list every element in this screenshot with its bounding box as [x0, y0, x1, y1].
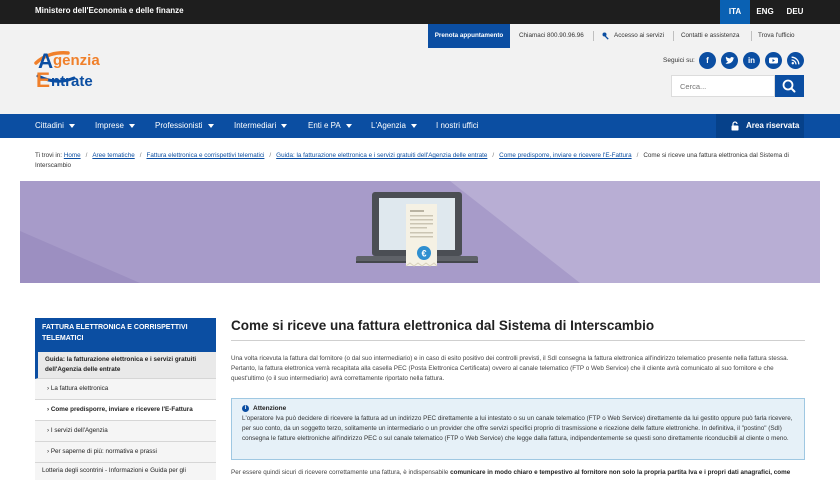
svg-text:ntrate: ntrate — [51, 73, 93, 90]
chevron-right-icon: › — [47, 448, 50, 455]
chevron-down-icon — [281, 123, 288, 128]
twitter-icon[interactable] — [721, 52, 738, 69]
nav-label: Cittadini — [35, 121, 64, 130]
nav-imprese[interactable]: Imprese — [95, 114, 135, 138]
chevron-down-icon — [410, 123, 417, 128]
notice-text: L'operatore Iva può decidere di ricevere… — [242, 415, 793, 442]
top-bar: Ministero dell'Economia e delle finanze … — [0, 0, 840, 24]
sidebar-item-label: I servizi dell'Agenzia — [50, 427, 108, 434]
nav-uffici[interactable]: I nostri uffici — [436, 114, 479, 138]
chevron-down-icon — [345, 123, 352, 128]
second-paragraph: Per essere quindi sicuri di ricevere cor… — [231, 468, 805, 478]
language-eng[interactable]: ENG — [750, 0, 780, 24]
facebook-icon[interactable]: f — [699, 52, 716, 69]
page-title: Come si riceve una fattura elettronica d… — [231, 318, 655, 333]
breadcrumb-prefix: Ti trovi in: — [35, 152, 63, 159]
youtube-icon[interactable] — [765, 52, 782, 69]
laptop-invoice-illustration: € — [356, 192, 478, 267]
chevron-down-icon — [128, 123, 135, 128]
search-button[interactable] — [775, 75, 804, 97]
breadcrumb: Ti trovi in: Home / Aree tematiche / Fattura… — [35, 151, 805, 171]
hero-banner: € — [20, 181, 820, 283]
second-paragraph-text: Per essere quindi sicuri di ricevere cor… — [231, 469, 451, 476]
contacts-link[interactable]: Contatti e assistenza — [681, 24, 739, 48]
linkedin-icon[interactable]: in — [743, 52, 760, 69]
book-appointment-button[interactable]: Prenota appuntamento — [428, 24, 510, 48]
breadcrumb-separator: / — [269, 152, 272, 159]
nav-label: Imprese — [95, 121, 124, 130]
breadcrumb-fattura-elettronica[interactable]: Fattura elettronica e corrispettivi tele… — [146, 152, 264, 159]
breadcrumb-separator: / — [492, 152, 495, 159]
svg-text:E: E — [36, 69, 50, 90]
sidebar-item-come-predisporre[interactable]: › Come predisporre, inviare e ricevere l… — [35, 400, 216, 421]
agenzia-entrate-logo[interactable]: A genzia E ntrate — [34, 46, 164, 92]
reserved-area-button[interactable]: Area riservata — [716, 114, 804, 138]
utility-separator — [673, 31, 674, 41]
sidebar-item-normativa[interactable]: › Per saperne di più: normativa e prassi — [35, 442, 216, 463]
breadcrumb-aree-tematiche[interactable]: Aree tematiche — [92, 152, 134, 159]
second-paragraph-bold: comunicare in modo chiaro e tempestivo a… — [450, 469, 791, 476]
nav-intermediari[interactable]: Intermediari — [234, 114, 288, 138]
utility-separator — [593, 31, 594, 41]
key-icon — [602, 32, 609, 40]
call-us-link[interactable]: Chiamaci 800.90.96.96 — [519, 24, 584, 48]
breadcrumb-separator: / — [636, 152, 639, 159]
find-office-link[interactable]: Trova l'ufficio — [758, 24, 795, 48]
intro-paragraph: Una volta ricevuta la fattura dal fornit… — [231, 355, 789, 382]
chevron-right-icon: › — [47, 385, 50, 392]
language-deu[interactable]: DEU — [780, 0, 810, 24]
search-input[interactable] — [671, 75, 775, 97]
nav-label: Intermediari — [234, 121, 277, 130]
breadcrumb-separator: / — [139, 152, 142, 159]
notice-title: Attenzione — [253, 405, 287, 412]
svg-text:genzia: genzia — [53, 52, 100, 69]
sidebar-item-servizi[interactable]: › I servizi dell'Agenzia — [35, 421, 216, 442]
sidebar-item-label: Per saperne di più: normativa e prassi — [50, 448, 157, 455]
language-ita[interactable]: ITA — [720, 0, 750, 24]
chevron-down-icon — [68, 123, 75, 128]
nav-cittadini[interactable]: Cittadini — [35, 114, 75, 138]
title-divider — [231, 340, 805, 341]
nav-label: Enti e PA — [308, 121, 341, 130]
svg-text:€: € — [421, 249, 426, 259]
nav-label: L'Agenzia — [371, 121, 406, 130]
access-services-link[interactable]: Accesso ai servizi — [614, 24, 664, 48]
attention-notice: i Attenzione L'operatore Iva può decidere… — [231, 398, 805, 460]
ministry-link[interactable]: Ministero dell'Economia e delle finanze — [35, 6, 184, 15]
main-content: Come si riceve una fattura elettronica d… — [231, 318, 805, 476]
chevron-down-icon — [207, 123, 214, 128]
nav-agenzia[interactable]: L'Agenzia — [371, 114, 417, 138]
breadcrumb-come-predisporre[interactable]: Come predisporre, inviare e ricevere l'E… — [499, 152, 631, 159]
lock-icon — [731, 121, 739, 131]
sidebar-item-label: La fattura elettronica — [50, 385, 109, 392]
search-icon — [782, 79, 796, 93]
nav-enti-pa[interactable]: Enti e PA — [308, 114, 352, 138]
social-label: Seguici su: — [663, 57, 695, 64]
sidebar-item-fattura-elettronica[interactable]: › La fattura elettronica — [35, 379, 216, 400]
main-nav: Cittadini Imprese Professionisti Interme… — [0, 114, 840, 138]
rss-icon[interactable] — [787, 52, 804, 69]
sidebar-heading[interactable]: FATTURA ELETTRONICA E CORRISPETTIVI TELE… — [35, 318, 216, 352]
nav-label: Professionisti — [155, 121, 203, 130]
sidebar-item-guida[interactable]: Guida: la fatturazione elettronica e i s… — [35, 352, 216, 379]
info-icon: i — [242, 404, 249, 412]
breadcrumb-home[interactable]: Home — [64, 152, 81, 159]
utility-separator — [751, 31, 752, 41]
breadcrumb-guida[interactable]: Guida: la fatturazione elettronica e i s… — [276, 152, 487, 159]
sidebar-item-label: Come predisporre, inviare e ricevere l'E… — [50, 406, 193, 413]
chevron-right-icon: › — [47, 427, 50, 434]
nav-label: I nostri uffici — [436, 121, 479, 130]
nav-professionisti[interactable]: Professionisti — [155, 114, 214, 138]
sidebar-item-lotteria[interactable]: Lotteria degli scontrini - Informazioni … — [35, 463, 216, 480]
reserved-area-label: Area riservata — [746, 121, 800, 130]
notice-heading: i Attenzione — [242, 404, 797, 414]
chevron-right-icon: › — [47, 406, 50, 413]
breadcrumb-separator: / — [85, 152, 88, 159]
sidebar: FATTURA ELETTRONICA E CORRISPETTIVI TELE… — [35, 318, 216, 480]
